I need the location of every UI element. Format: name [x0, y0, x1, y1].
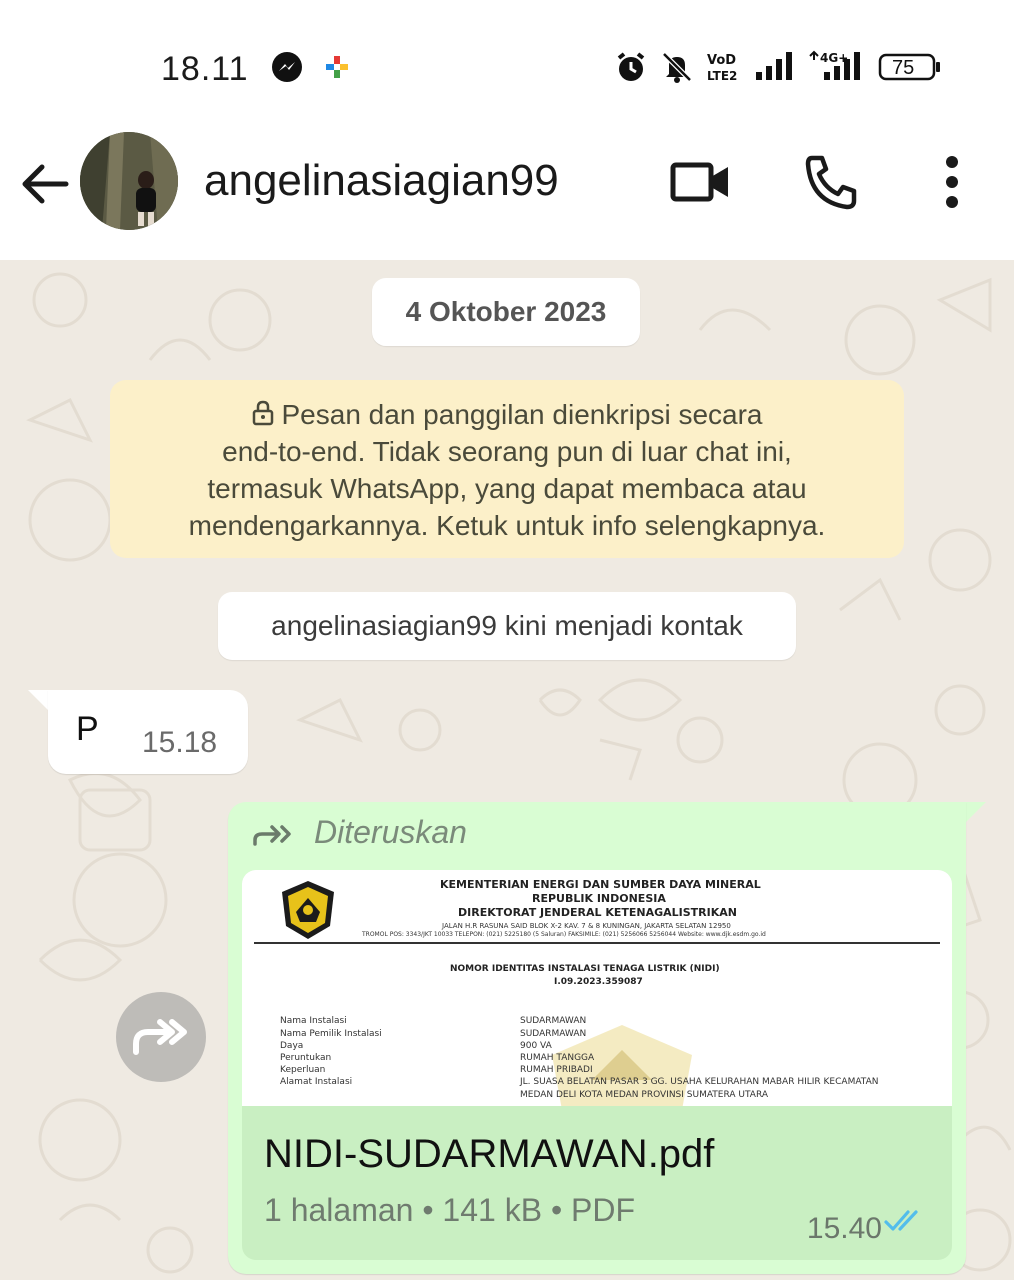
svg-text:VoD: VoD [707, 53, 736, 68]
back-arrow-icon[interactable] [20, 158, 72, 210]
status-bar: 18.11 VoD LTE2 4G+ 75 [0, 0, 1014, 128]
preview-field-label-1: Nama Pemilik Instalasi [280, 1029, 382, 1039]
forward-icon [133, 1019, 187, 1055]
preview-field-label-3: Peruntukan [280, 1053, 332, 1063]
preview-address-2: TROMOL POS: 3343/JKT 10033 TELEPON: (021… [362, 931, 766, 938]
lock-icon [252, 400, 273, 426]
contact-avatar[interactable] [80, 132, 178, 230]
status-time: 18.11 [161, 50, 249, 88]
preview-org-line-2: REPUBLIK INDONESIA [532, 892, 666, 905]
preview-doc-number: I.09.2023.359087 [554, 977, 643, 987]
encryption-line-1: Pesan dan panggilan dienkripsi secara [110, 396, 904, 433]
battery-level: 75 [892, 57, 915, 79]
document-file-name: NIDI-SUDARMAWAN.pdf [264, 1132, 715, 1176]
phone-call-icon[interactable] [800, 152, 866, 212]
preview-field-label-4: Keperluan [280, 1065, 326, 1075]
preview-field-value-4: RUMAH PRIBADI [520, 1065, 593, 1075]
document-attachment[interactable]: KEMENTERIAN ENERGI DAN SUMBER DAYA MINER… [242, 870, 952, 1260]
google-plus-icon [326, 56, 348, 78]
contact-added-notice: angelinasiagian99 kini menjadi kontak [218, 592, 796, 660]
esdm-logo-icon [282, 881, 334, 939]
contact-name[interactable]: angelinasiagian99 [204, 156, 559, 206]
preview-field-label-2: Daya [280, 1041, 304, 1051]
incoming-message-text: P [76, 710, 99, 748]
preview-field-value-0: SUDARMAWAN [520, 1016, 587, 1026]
preview-org-line-1: KEMENTERIAN ENERGI DAN SUMBER DAYA MINER… [440, 878, 761, 891]
preview-field-value-5: JL. SUASA BELATAN PASAR 3 GG. USAHA KELU… [520, 1077, 879, 1087]
encryption-line-2: end-to-end. Tidak seorang pun di luar ch… [222, 436, 792, 467]
preview-field-value-2: 900 VA [520, 1041, 552, 1051]
encryption-text-1: Pesan dan panggilan dienkripsi secara [281, 399, 763, 430]
read-receipt-icon [884, 1210, 918, 1231]
svg-text:LTE2: LTE2 [707, 69, 737, 83]
document-preview[interactable]: KEMENTERIAN ENERGI DAN SUMBER DAYA MINER… [242, 870, 952, 1106]
encryption-line-3: termasuk WhatsApp, yang dapat membaca at… [207, 473, 807, 504]
volte-icon: VoD LTE2 [707, 53, 737, 83]
encryption-notice[interactable]: Pesan dan panggilan dienkripsi secara en… [110, 380, 904, 558]
preview-field-value-3: RUMAH TANGGA [520, 1053, 595, 1063]
outgoing-message-time: 15.40 [806, 1212, 882, 1245]
signal-4g-icon: 4G+ [809, 50, 860, 80]
incoming-message[interactable]: P 15.18 [48, 690, 248, 774]
preview-field-label-0: Nama Instalasi [280, 1016, 347, 1026]
date-chip: 4 Oktober 2023 [372, 278, 640, 346]
chat-area[interactable]: 4 Oktober 2023 Pesan dan panggilan dienk… [0, 260, 1014, 1280]
preview-doc-title: NOMOR IDENTITAS INSTALASI TENAGA LISTRIK… [450, 964, 720, 974]
mute-icon [662, 52, 692, 83]
forwarded-text: Diteruskan [314, 814, 467, 850]
video-call-icon[interactable] [668, 152, 734, 212]
document-meta: 1 halaman • 141 kB • PDF [264, 1192, 636, 1228]
outgoing-message[interactable]: Diteruskan KEMENTERIAN ENERGI DAN SUMBER… [228, 802, 966, 1274]
preview-address-1: JALAN H.R RASUNA SAID BLOK X-2 KAV. 7 & … [442, 922, 731, 930]
preview-field-value-6: MEDAN DELI KOTA MEDAN PROVINSI SUMATERA … [520, 1090, 768, 1100]
signal-icon [756, 52, 792, 80]
encryption-line-4: mendengarkannya. Ketuk untuk info seleng… [188, 510, 826, 541]
messenger-icon [272, 52, 302, 82]
incoming-message-time: 15.18 [142, 726, 218, 759]
alarm-icon [617, 52, 645, 81]
avatar-photo [80, 132, 178, 230]
forwarded-icon [253, 825, 291, 846]
preview-divider [254, 942, 940, 944]
preview-field-value-1: SUDARMAWAN [520, 1029, 587, 1039]
forward-button[interactable] [116, 992, 206, 1082]
preview-org-line-3: DIREKTORAT JENDERAL KETENAGALISTRIKAN [458, 906, 737, 919]
more-options-icon[interactable] [918, 152, 984, 212]
preview-field-label-5: Alamat Instalasi [280, 1077, 353, 1087]
chat-header: angelinasiagian99 [0, 128, 1014, 260]
